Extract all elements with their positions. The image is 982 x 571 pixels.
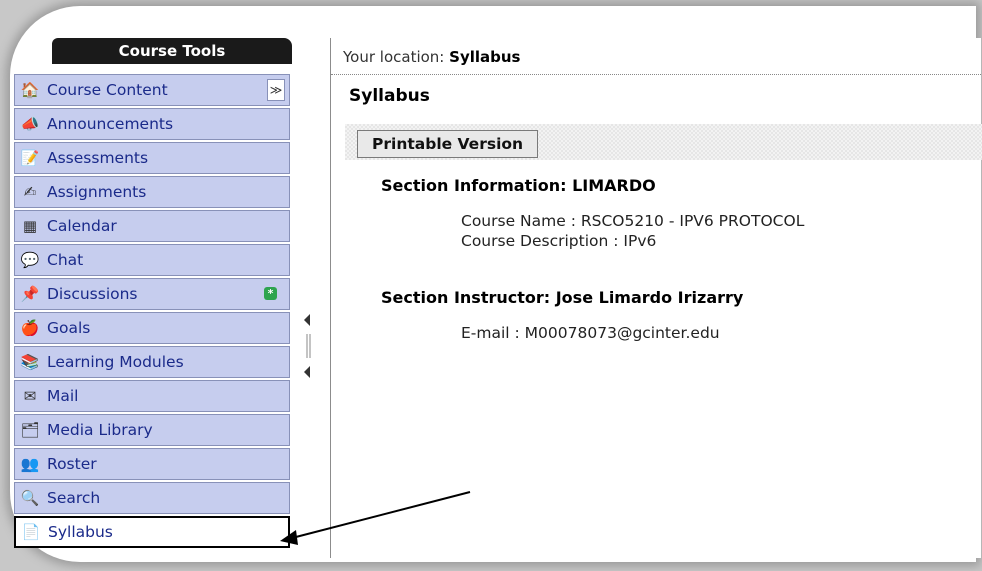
printable-version-button[interactable]: Printable Version bbox=[357, 130, 539, 158]
sidebar-item-course-content[interactable]: 🏠 Course Content ≫ bbox=[14, 74, 290, 106]
house-icon: 🏠 bbox=[20, 81, 40, 99]
sidebar-item-chat[interactable]: 💬 Chat bbox=[14, 244, 290, 276]
sidebar-item-label: Search bbox=[47, 489, 101, 507]
syllabus-icon: 📄 bbox=[21, 523, 41, 541]
sidebar-item-label: Assignments bbox=[47, 183, 147, 201]
breadcrumb-current: Syllabus bbox=[449, 48, 521, 66]
envelope-icon: ✉ bbox=[23, 387, 37, 405]
sidebar-item-calendar[interactable]: ▦ Calendar bbox=[14, 210, 290, 242]
sidebar-item-discussions[interactable]: 📌 Discussions * bbox=[14, 278, 290, 310]
email-line: E-mail : M00078073@gcinter.edu bbox=[461, 324, 720, 342]
assignment-icon: ✍ bbox=[23, 183, 37, 201]
sidebar-item-label: Course Content bbox=[47, 81, 168, 99]
magnifier-icon: 🔍 bbox=[20, 489, 40, 507]
people-icon: 👥 bbox=[20, 455, 40, 473]
sidebar-item-label: Goals bbox=[47, 319, 91, 337]
course-name-line: Course Name : RSCO5210 - IPV6 PROTOCOL bbox=[461, 212, 805, 230]
sidebar-item-syllabus[interactable]: 📄 Syllabus bbox=[14, 516, 290, 548]
sidebar-item-label: Discussions bbox=[47, 285, 138, 303]
sidebar-item-assignments[interactable]: ✍ Assignments bbox=[14, 176, 290, 208]
sidebar-item-learning-modules[interactable]: 📚 Learning Modules bbox=[14, 346, 290, 378]
megaphone-icon: 📣 bbox=[20, 115, 40, 133]
sidebar-item-goals[interactable]: 🍎 Goals bbox=[14, 312, 290, 344]
goals-icon: 🍎 bbox=[20, 319, 40, 337]
sidebar-item-search[interactable]: 🔍 Search bbox=[14, 482, 290, 514]
sidebar-item-label: Mail bbox=[47, 387, 79, 405]
sidebar-item-label: Media Library bbox=[47, 421, 153, 439]
sidebar-item-label: Chat bbox=[47, 251, 84, 269]
breadcrumb-divider bbox=[331, 74, 981, 75]
content-panel: Your location: Syllabus Syllabus Printab… bbox=[330, 38, 982, 558]
sidebar-item-label: Assessments bbox=[47, 149, 149, 167]
calendar-icon: ▦ bbox=[22, 217, 38, 235]
new-posts-badge-icon: * bbox=[264, 287, 277, 300]
media-library-icon: 🗂 bbox=[20, 421, 40, 439]
sidebar-item-media-library[interactable]: 🗂 Media Library bbox=[14, 414, 290, 446]
course-description-line: Course Description : IPv6 bbox=[461, 232, 657, 250]
section-instructor-heading: Section Instructor: Jose Limardo Irizarr… bbox=[381, 288, 744, 307]
sidebar-item-roster[interactable]: 👥 Roster bbox=[14, 448, 290, 480]
sidebar-item-mail[interactable]: ✉ Mail bbox=[14, 380, 290, 412]
sidebar-item-label: Roster bbox=[47, 455, 97, 473]
panel-splitter-handle[interactable] bbox=[300, 312, 316, 382]
page-title: Syllabus bbox=[349, 86, 430, 106]
modules-icon: 📚 bbox=[20, 353, 40, 371]
breadcrumb: Your location: Syllabus bbox=[343, 48, 521, 66]
quiz-icon: 📝 bbox=[20, 149, 40, 167]
sidebar-item-label: Announcements bbox=[47, 115, 174, 133]
sidebar-item-announcements[interactable]: 📣 Announcements bbox=[14, 108, 290, 140]
collapse-left-arrow-icon-2 bbox=[304, 366, 310, 378]
collapse-left-arrow-icon bbox=[304, 314, 310, 326]
collapse-chevron-icon[interactable]: ≫ bbox=[267, 79, 285, 101]
sidebar-item-assessments[interactable]: 📝 Assessments bbox=[14, 142, 290, 174]
sidebar-item-label: Calendar bbox=[47, 217, 117, 235]
course-tools-header: Course Tools bbox=[52, 38, 292, 64]
breadcrumb-prefix: Your location: bbox=[343, 48, 445, 66]
section-information-heading: Section Information: LIMARDO bbox=[381, 176, 656, 195]
sidebar-item-label: Syllabus bbox=[48, 523, 113, 541]
sidebar-item-label: Learning Modules bbox=[47, 353, 184, 371]
chat-bubble-icon: 💬 bbox=[20, 251, 40, 269]
pin-icon: 📌 bbox=[20, 285, 40, 303]
